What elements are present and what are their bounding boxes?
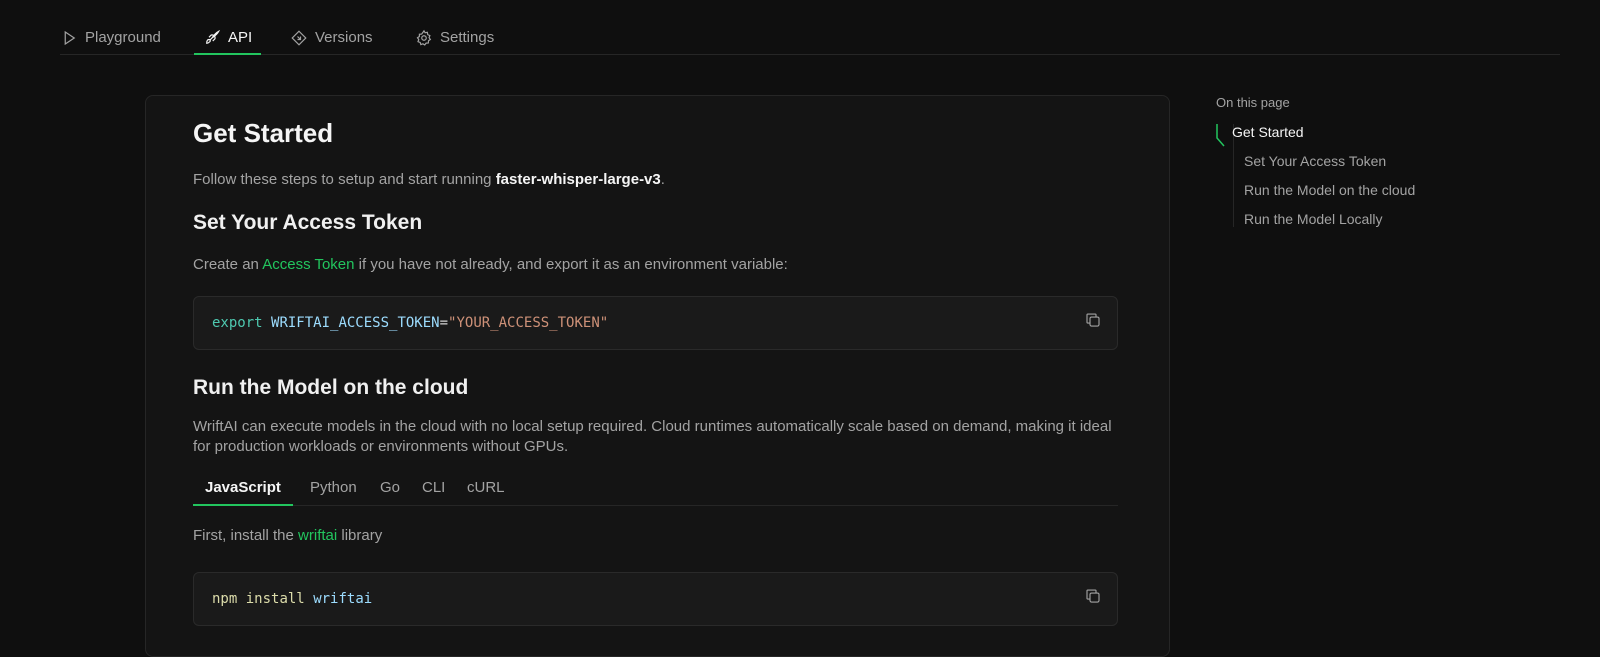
- tab-cli[interactable]: CLI: [410, 478, 457, 504]
- tab-curl[interactable]: cURL: [455, 478, 517, 504]
- wriftai-library-link[interactable]: wriftai: [298, 527, 337, 544]
- tab-playground[interactable]: Playground: [60, 22, 161, 53]
- code-keyword: export: [212, 315, 263, 331]
- language-tabs: JavaScript Python Go CLI cURL: [193, 478, 1118, 506]
- token-instructions: Create an Access Token if you have not a…: [193, 255, 788, 275]
- top-navigation: Playground API Versions Settings: [60, 22, 1560, 55]
- toc-active-indicator: [1216, 124, 1225, 147]
- rocket-icon: [206, 29, 221, 44]
- toc-list: Get Started Set Your Access Token Run th…: [1216, 124, 1496, 227]
- code-value: "YOUR_ACCESS_TOKEN": [448, 315, 609, 331]
- tab-go[interactable]: Go: [368, 478, 412, 504]
- code-subcommand: install: [245, 591, 305, 607]
- gear-icon: [416, 29, 432, 46]
- toc-item-access-token[interactable]: Set Your Access Token: [1244, 153, 1386, 169]
- tab-versions[interactable]: Versions: [290, 22, 373, 53]
- cloud-description: WriftAI can execute models in the cloud …: [193, 418, 1112, 455]
- page-title: Get Started: [193, 118, 334, 148]
- diamond-icon: [291, 29, 307, 46]
- toc-item-get-started[interactable]: Get Started: [1232, 124, 1304, 140]
- copy-icon: [1086, 313, 1100, 327]
- toc-item-locally[interactable]: Run the Model Locally: [1244, 211, 1383, 227]
- access-token-link[interactable]: Access Token: [262, 256, 354, 273]
- code-variable: WRIFTAI_ACCESS_TOKEN: [271, 315, 440, 331]
- code-block-export-token: export WRIFTAI_ACCESS_TOKEN = "YOUR_ACCESS…: [193, 296, 1118, 350]
- install-instructions: First, install the wriftai library: [193, 526, 382, 546]
- section-heading-cloud: Run the Model on the cloud: [193, 376, 469, 399]
- tab-javascript[interactable]: JavaScript: [193, 478, 293, 506]
- token-text-suffix: if you have not already, and export it a…: [354, 256, 788, 273]
- model-name: faster-whisper-large-v3: [495, 171, 661, 188]
- intro-text: Follow these steps to setup and start ru…: [193, 170, 665, 190]
- toc-heading: On this page: [1216, 95, 1290, 110]
- code-equals: =: [439, 315, 449, 331]
- intro-suffix: .: [660, 171, 665, 188]
- tab-settings[interactable]: Settings: [415, 22, 494, 53]
- section-heading-access-token: Set Your Access Token: [193, 211, 423, 234]
- code-command: npm: [212, 591, 238, 607]
- table-of-contents: On this page Get Started Set Your Access…: [1216, 95, 1516, 227]
- toc-item-cloud[interactable]: Run the Model on the cloud: [1244, 182, 1415, 198]
- install-suffix: library: [337, 527, 383, 544]
- play-icon: [64, 30, 76, 45]
- intro-prefix: Follow these steps to setup and start ru…: [193, 171, 496, 188]
- tab-versions-label: Versions: [315, 29, 373, 46]
- code-package: wriftai: [313, 591, 373, 607]
- tab-api-label: API: [228, 29, 253, 46]
- copy-button[interactable]: [1084, 311, 1102, 329]
- tab-playground-label: Playground: [85, 29, 161, 46]
- content-card: Get Started Follow these steps to setup …: [145, 95, 1170, 657]
- tab-python[interactable]: Python: [298, 478, 369, 504]
- copy-icon: [1086, 589, 1100, 603]
- token-text-prefix: Create an: [193, 256, 263, 273]
- copy-button[interactable]: [1084, 587, 1102, 605]
- tab-api[interactable]: API: [194, 22, 262, 55]
- tab-settings-label: Settings: [440, 29, 495, 46]
- code-block-npm-install: npm install wriftai: [193, 572, 1118, 626]
- install-prefix: First, install the: [193, 527, 299, 544]
